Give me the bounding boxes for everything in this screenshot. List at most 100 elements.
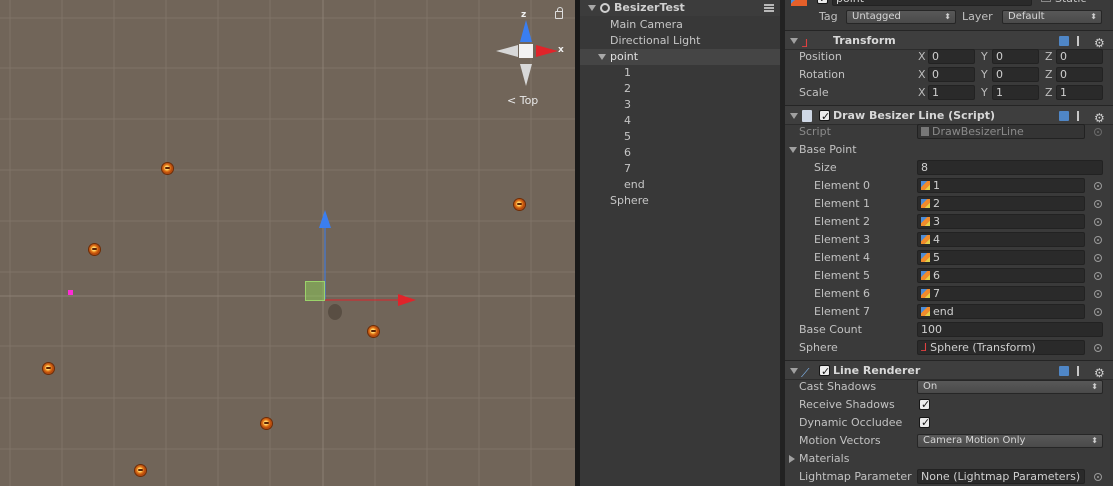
- help-book-icon[interactable]: [1059, 366, 1069, 376]
- fold-arrow-icon[interactable]: [790, 38, 798, 44]
- cast-shadows-dropdown[interactable]: On: [917, 380, 1103, 394]
- fold-arrow-icon[interactable]: [790, 368, 798, 374]
- gear-icon[interactable]: ⚙: [1094, 108, 1105, 125]
- active-checkbox[interactable]: [817, 0, 828, 8]
- object-picker-icon[interactable]: [1094, 236, 1102, 244]
- help-book-icon[interactable]: [1059, 111, 1069, 121]
- fold-arrow-icon[interactable]: [789, 147, 797, 153]
- hierarchy-item-label: 1: [624, 66, 631, 79]
- element-field[interactable]: 6: [917, 268, 1085, 283]
- tag-dropdown[interactable]: Untagged: [846, 10, 956, 24]
- hierarchy-item[interactable]: end: [580, 177, 780, 193]
- point-marker[interactable]: [162, 163, 173, 174]
- fold-arrow-icon[interactable]: [790, 113, 798, 119]
- hierarchy-item[interactable]: 2: [580, 81, 780, 97]
- object-picker-icon[interactable]: [1094, 272, 1102, 280]
- element-field[interactable]: 5: [917, 250, 1085, 265]
- position-x-field[interactable]: 0: [928, 49, 975, 64]
- line-renderer-header[interactable]: ⟋ Line Renderer ⚙: [785, 360, 1113, 382]
- static-checkbox[interactable]: [1041, 0, 1051, 2]
- gear-icon[interactable]: ⚙: [1094, 363, 1105, 380]
- motion-vectors-dropdown[interactable]: Camera Motion Only: [917, 434, 1103, 448]
- hierarchy-item[interactable]: Sphere: [580, 193, 780, 209]
- rotation-x-field[interactable]: 0: [928, 67, 975, 82]
- menu-icon[interactable]: [764, 4, 774, 12]
- element-field[interactable]: 7: [917, 286, 1085, 301]
- object-picker-icon[interactable]: [1094, 200, 1102, 208]
- orientation-gizmo[interactable]: [492, 8, 572, 108]
- size-field[interactable]: 8: [917, 160, 1103, 175]
- hierarchy-item[interactable]: Main Camera: [580, 17, 780, 33]
- gameobject-icon: [921, 271, 930, 280]
- base-point-row[interactable]: Base Point: [785, 141, 1113, 159]
- hierarchy-item-label: Directional Light: [610, 34, 701, 47]
- unity-scene-icon: [600, 3, 610, 13]
- point-marker[interactable]: [135, 465, 146, 476]
- object-picker-icon[interactable]: [1094, 182, 1102, 190]
- object-picker-icon[interactable]: [1094, 254, 1102, 262]
- dynamic-occludee-checkbox[interactable]: [919, 414, 930, 432]
- hierarchy-item-label: 3: [624, 98, 631, 111]
- lock-icon[interactable]: [555, 7, 563, 19]
- layer-dropdown[interactable]: Default: [1002, 10, 1102, 24]
- preset-icon[interactable]: [1077, 366, 1087, 376]
- scale-z-field[interactable]: 1: [1056, 85, 1103, 100]
- object-picker-icon[interactable]: [1094, 290, 1102, 298]
- lightmap-field[interactable]: None (Lightmap Parameters): [917, 469, 1085, 484]
- point-marker[interactable]: [43, 363, 54, 374]
- script-value: DrawBesizerLine: [932, 125, 1024, 138]
- point-marker[interactable]: [89, 244, 100, 255]
- help-book-icon[interactable]: [1059, 36, 1069, 46]
- scale-x-field[interactable]: 1: [928, 85, 975, 100]
- expand-arrow-icon[interactable]: [588, 5, 596, 11]
- point-marker[interactable]: [368, 326, 379, 337]
- hierarchy-item[interactable]: 6: [580, 145, 780, 161]
- scale-y-field[interactable]: 1: [992, 85, 1039, 100]
- hierarchy-item-label: 7: [624, 162, 631, 175]
- preset-icon[interactable]: [1077, 36, 1087, 46]
- gear-icon[interactable]: ⚙: [1094, 33, 1105, 50]
- rotation-y-field[interactable]: 0: [992, 67, 1039, 82]
- object-picker-icon[interactable]: [1094, 308, 1102, 316]
- scene-view[interactable]: z x < Top: [0, 0, 575, 486]
- layer-label: Layer: [962, 10, 993, 23]
- rotation-z-field[interactable]: 0: [1056, 67, 1103, 82]
- script-component-header[interactable]: Draw Besizer Line (Script) ⚙: [785, 105, 1113, 127]
- point-marker[interactable]: [514, 199, 525, 210]
- object-picker-icon[interactable]: [1094, 218, 1102, 226]
- point-marker[interactable]: [261, 418, 272, 429]
- object-name-field[interactable]: point: [832, 0, 1032, 6]
- view-label[interactable]: < Top: [507, 94, 538, 107]
- materials-row[interactable]: Materials: [785, 450, 1113, 468]
- fold-arrow-icon[interactable]: [789, 455, 795, 463]
- scene-row[interactable]: BesizerTest: [580, 0, 780, 16]
- transform-header[interactable]: ⅃ Transform ⚙: [785, 30, 1113, 50]
- element-field[interactable]: 3: [917, 214, 1085, 229]
- hierarchy-item[interactable]: Directional Light: [580, 33, 780, 49]
- x-cone-icon: [536, 45, 558, 57]
- receive-shadows-checkbox[interactable]: [919, 396, 930, 414]
- element-field[interactable]: 4: [917, 232, 1085, 247]
- gizmo-plane-handle[interactable]: [305, 281, 325, 301]
- hierarchy-item[interactable]: 5: [580, 129, 780, 145]
- object-picker-icon[interactable]: [1094, 344, 1102, 352]
- base-count-field[interactable]: 100: [917, 322, 1103, 337]
- hierarchy-item[interactable]: 3: [580, 97, 780, 113]
- hierarchy-item[interactable]: 4: [580, 113, 780, 129]
- component-enabled-checkbox[interactable]: [819, 362, 830, 382]
- hierarchy-item-selected[interactable]: point: [580, 49, 780, 65]
- position-y-field[interactable]: 0: [992, 49, 1039, 64]
- position-z-field[interactable]: 0: [1056, 49, 1103, 64]
- element-field[interactable]: 2: [917, 196, 1085, 211]
- component-enabled-checkbox[interactable]: [819, 107, 830, 127]
- inspector-panel: point Static Tag Untagged Layer Default …: [785, 0, 1113, 486]
- element-field[interactable]: 1: [917, 178, 1085, 193]
- element-value: 7: [933, 287, 940, 300]
- hierarchy-item[interactable]: 7: [580, 161, 780, 177]
- sphere-field[interactable]: ⅃ Sphere (Transform): [917, 340, 1085, 355]
- hierarchy-item[interactable]: 1: [580, 65, 780, 81]
- preset-icon[interactable]: [1077, 111, 1087, 121]
- element-field[interactable]: end: [917, 304, 1085, 319]
- object-picker-icon[interactable]: [1094, 473, 1102, 481]
- expand-arrow-icon[interactable]: [598, 54, 606, 60]
